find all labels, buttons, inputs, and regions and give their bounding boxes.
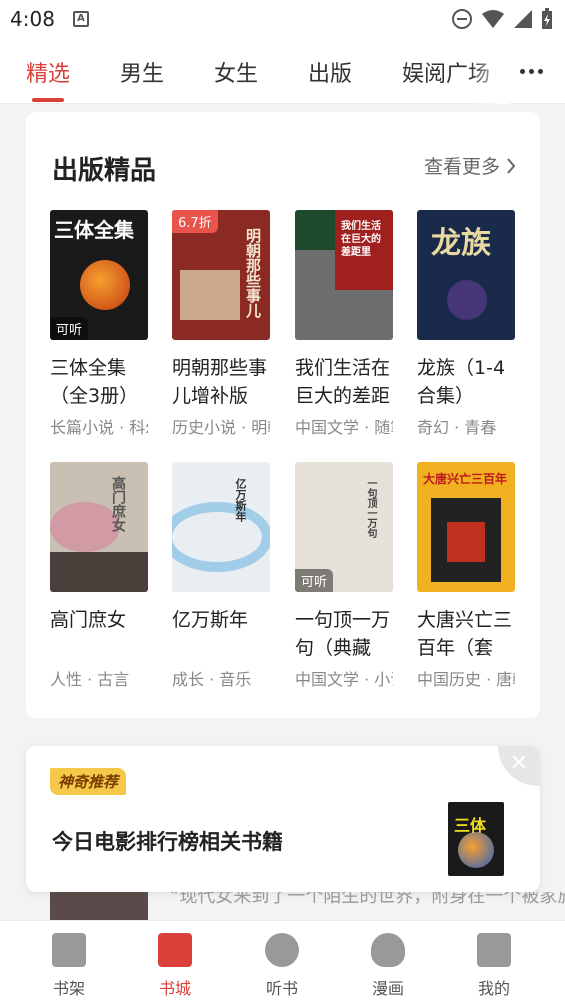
headphones-icon [265, 933, 299, 967]
tab-male[interactable]: 男生 [120, 56, 164, 88]
book-cover: 一句顶一万句 可听 [295, 462, 393, 592]
nav-bookstore[interactable]: 书城 [135, 933, 215, 999]
see-more-label: 查看更多 [423, 156, 500, 178]
recommend-card[interactable]: 神奇推荐 今日电影排行榜相关书籍 三体 ✕ [26, 746, 540, 892]
tab-featured[interactable]: 精选 [26, 56, 70, 88]
more-icon[interactable] [511, 56, 551, 86]
status-icons [451, 8, 553, 30]
book-item[interactable]: 大唐兴亡三百年 大唐兴亡三百年（套装） 中国历史 · 唐朝 [417, 462, 517, 690]
book-cover: 我们生活在巨大的差距里 [295, 210, 393, 340]
book-meta: 人性 · 古言 [50, 670, 130, 689]
book-item[interactable]: 龙族 龙族（1-4合集） 奇幻 · 青春 [417, 210, 517, 438]
book-meta: 中国文学 · 随笔 [295, 418, 393, 437]
status-bar: 4:08 A [0, 0, 565, 38]
signal-icon [514, 10, 532, 28]
discount-badge: 6.7折 [172, 210, 218, 233]
book-meta: 成长 · 音乐 [172, 670, 252, 689]
battery-icon [542, 8, 552, 29]
book-item[interactable]: 我们生活在巨大的差距里 我们生活在巨大的差距里 中国文学 · 随笔 [295, 210, 395, 438]
book-title: 大唐兴亡三百年（套装） [417, 609, 513, 659]
recommend-book-cover: 三体 [448, 802, 504, 876]
bear-icon [371, 933, 405, 967]
book-title: 一句顶一万句（典藏版） [295, 609, 391, 659]
publish-picks-card: 出版精品 查看更多 三体全集 可听 三体全集（全3册） 长篇小说 · 科幻 明朝… [26, 112, 540, 718]
nav-audiobook[interactable]: 听书 [242, 933, 322, 999]
book-meta: 中国文学 · 小说 [295, 670, 393, 689]
nav-label: 我的 [477, 979, 510, 998]
book-cover: 高门庶女 [50, 462, 148, 592]
nav-label: 书架 [52, 979, 85, 998]
book-title: 明朝那些事儿增补版 [172, 357, 268, 407]
wifi-icon [482, 10, 504, 28]
book-cover: 亿万斯年 [172, 462, 270, 592]
peek-text: “现代女来到了一个陌生的世界，附身在一个被家族抛弃的宅院中，却因得到 [170, 892, 565, 907]
book-title: 我们生活在巨大的差距里 [295, 357, 391, 407]
bookshelf-icon [52, 933, 86, 967]
book-cover: 明朝那些事儿 6.7折 [172, 210, 270, 340]
book-title: 龙族（1-4合集） [417, 357, 506, 407]
bookstore-icon [158, 933, 192, 967]
book-cover: 龙族 [417, 210, 515, 340]
tab-female[interactable]: 女生 [214, 56, 258, 88]
see-more-link[interactable]: 查看更多 [424, 152, 516, 179]
section-title: 出版精品 [52, 156, 157, 186]
bottom-nav: 书架 书城 听书 漫画 我的 [0, 920, 565, 1004]
recommend-title: 今日电影排行榜相关书籍 [52, 830, 283, 854]
next-item-peek: “现代女来到了一个陌生的世界，附身在一个被家族抛弃的宅院中，却因得到 [0, 892, 565, 922]
chevron-right-icon [507, 157, 516, 174]
book-item[interactable]: 一句顶一万句 可听 一句顶一万句（典藏版） 中国文学 · 小说 [295, 462, 395, 690]
nav-bookshelf[interactable]: 书架 [29, 933, 109, 999]
close-icon[interactable]: ✕ [498, 746, 540, 786]
book-meta: 奇幻 · 青春 [417, 418, 497, 437]
book-item[interactable]: 高门庶女 高门庶女 人性 · 古言 [50, 462, 150, 690]
listen-badge: 可听 [295, 569, 334, 592]
tab-publish[interactable]: 出版 [308, 56, 352, 88]
tab-fade [470, 38, 510, 104]
book-cover: 三体全集 可听 [50, 210, 148, 340]
book-meta: 中国历史 · 唐朝 [417, 670, 515, 689]
nav-comics[interactable]: 漫画 [348, 933, 428, 999]
dnd-icon [452, 9, 472, 29]
nav-profile[interactable]: 我的 [454, 933, 534, 999]
book-title: 高门庶女 [50, 609, 127, 631]
top-tab-bar: 精选 男生 女生 出版 娱阅广场 [0, 38, 565, 104]
status-time: 4:08 [10, 7, 55, 31]
book-item[interactable]: 三体全集 可听 三体全集（全3册） 长篇小说 · 科幻 [50, 210, 150, 438]
nav-label: 漫画 [371, 979, 404, 998]
active-tab-indicator [32, 98, 64, 102]
nav-label: 书城 [158, 979, 191, 998]
profile-icon [477, 933, 511, 967]
book-title: 三体全集（全3册） [50, 357, 139, 407]
peek-cover [50, 892, 148, 922]
book-meta: 历史小说 · 明朝 [172, 418, 270, 437]
accessibility-icon: A [73, 11, 89, 27]
book-cover: 大唐兴亡三百年 [417, 462, 515, 592]
nav-label: 听书 [265, 979, 298, 998]
recommend-tag: 神奇推荐 [50, 768, 127, 795]
book-meta: 长篇小说 · 科幻 [50, 418, 148, 437]
book-item[interactable]: 明朝那些事儿 6.7折 明朝那些事儿增补版 历史小说 · 明朝 [172, 210, 272, 438]
listen-badge: 可听 [50, 317, 89, 340]
book-item[interactable]: 亿万斯年 亿万斯年 成长 · 音乐 [172, 462, 272, 690]
book-title: 亿万斯年 [172, 609, 249, 631]
